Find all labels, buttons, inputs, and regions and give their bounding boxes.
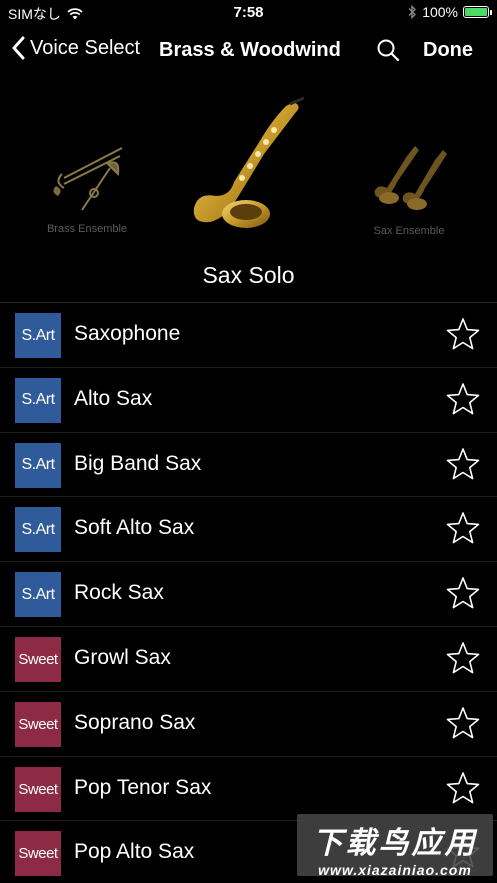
voice-list: S.Art Saxophone S.Art Alto Sax S.Art Big… bbox=[0, 303, 497, 883]
voice-type-badge: S.Art bbox=[15, 377, 61, 423]
star-icon[interactable] bbox=[446, 511, 480, 545]
voice-name: Soft Alto Sax bbox=[74, 516, 195, 540]
status-bar: SIMなし 7:58 100% bbox=[0, 0, 497, 26]
watermark-url: www.xiazainiao.com bbox=[318, 862, 472, 878]
done-button[interactable]: Done bbox=[423, 39, 473, 62]
list-item[interactable]: S.Art Big Band Sax bbox=[0, 433, 497, 498]
star-icon[interactable] bbox=[446, 447, 480, 481]
list-item[interactable]: Sweet Pop Tenor Sax bbox=[0, 757, 497, 822]
voice-category-carousel[interactable]: Brass Ensemble Sax Ensemble Sax Solo bbox=[0, 78, 497, 300]
star-icon[interactable] bbox=[446, 576, 480, 610]
list-item[interactable]: S.Art Soft Alto Sax bbox=[0, 497, 497, 563]
back-button-label: Voice Select bbox=[30, 36, 141, 59]
page-title: Brass & Woodwind bbox=[159, 39, 341, 61]
voice-name: Big Band Sax bbox=[74, 451, 202, 475]
list-item[interactable]: S.Art Rock Sax bbox=[0, 562, 497, 627]
voice-name: Rock Sax bbox=[74, 581, 164, 605]
voice-name: Pop Tenor Sax bbox=[74, 775, 212, 799]
voice-name: Saxophone bbox=[74, 322, 181, 345]
battery-percent: 100% bbox=[422, 4, 458, 20]
current-voice-title: Sax Solo bbox=[202, 262, 295, 288]
carousel-item-sax-ensemble[interactable]: Sax Ensemble bbox=[356, 140, 462, 237]
voice-name: Soprano Sax bbox=[74, 710, 196, 734]
search-button[interactable] bbox=[376, 38, 400, 67]
battery-fill bbox=[465, 8, 487, 16]
carousel-caption-left: Brass Ensemble bbox=[46, 223, 128, 235]
watermark: 下载鸟应用 www.xiazainiao.com bbox=[297, 814, 493, 878]
chevron-left-icon bbox=[12, 36, 25, 60]
voice-name: Pop Alto Sax bbox=[74, 840, 195, 864]
voice-type-badge: Sweet bbox=[15, 701, 61, 747]
battery-icon bbox=[463, 6, 492, 18]
voice-type-badge: S.Art bbox=[15, 442, 61, 488]
star-icon[interactable] bbox=[446, 771, 480, 805]
brass-ensemble-icon bbox=[53, 147, 123, 211]
voice-type-badge: S.Art bbox=[15, 572, 61, 618]
bluetooth-icon bbox=[408, 5, 417, 19]
list-item[interactable]: Sweet Soprano Sax bbox=[0, 692, 497, 757]
carousel-item-sax-solo[interactable] bbox=[186, 96, 311, 241]
back-button[interactable]: Voice Select bbox=[12, 36, 140, 60]
carousel-caption-right: Sax Ensemble bbox=[373, 225, 445, 237]
list-item[interactable]: Sweet Growl Sax bbox=[0, 627, 497, 692]
voice-type-badge: S.Art bbox=[15, 313, 61, 358]
watermark-title: 下载鸟应用 bbox=[312, 827, 478, 860]
star-icon[interactable] bbox=[446, 641, 480, 675]
list-item[interactable]: S.Art Saxophone bbox=[0, 303, 497, 368]
list-item[interactable]: S.Art Alto Sax bbox=[0, 368, 497, 433]
search-icon bbox=[377, 39, 400, 62]
voice-type-badge: Sweet bbox=[15, 766, 61, 812]
saxophone-icon bbox=[193, 96, 305, 228]
voice-name: Growl Sax bbox=[74, 645, 171, 669]
carousel-item-brass-ensemble[interactable]: Brass Ensemble bbox=[32, 138, 142, 235]
voice-type-badge: Sweet bbox=[15, 831, 61, 877]
star-icon[interactable] bbox=[446, 317, 480, 351]
star-icon[interactable] bbox=[446, 706, 480, 740]
sax-ensemble-icon bbox=[374, 146, 447, 210]
voice-name: Alto Sax bbox=[74, 386, 153, 410]
star-icon[interactable] bbox=[446, 382, 480, 416]
voice-type-badge: Sweet bbox=[15, 636, 61, 682]
nav-bar: Voice Select Brass & Woodwind Done bbox=[0, 26, 497, 76]
voice-type-badge: S.Art bbox=[15, 507, 61, 553]
